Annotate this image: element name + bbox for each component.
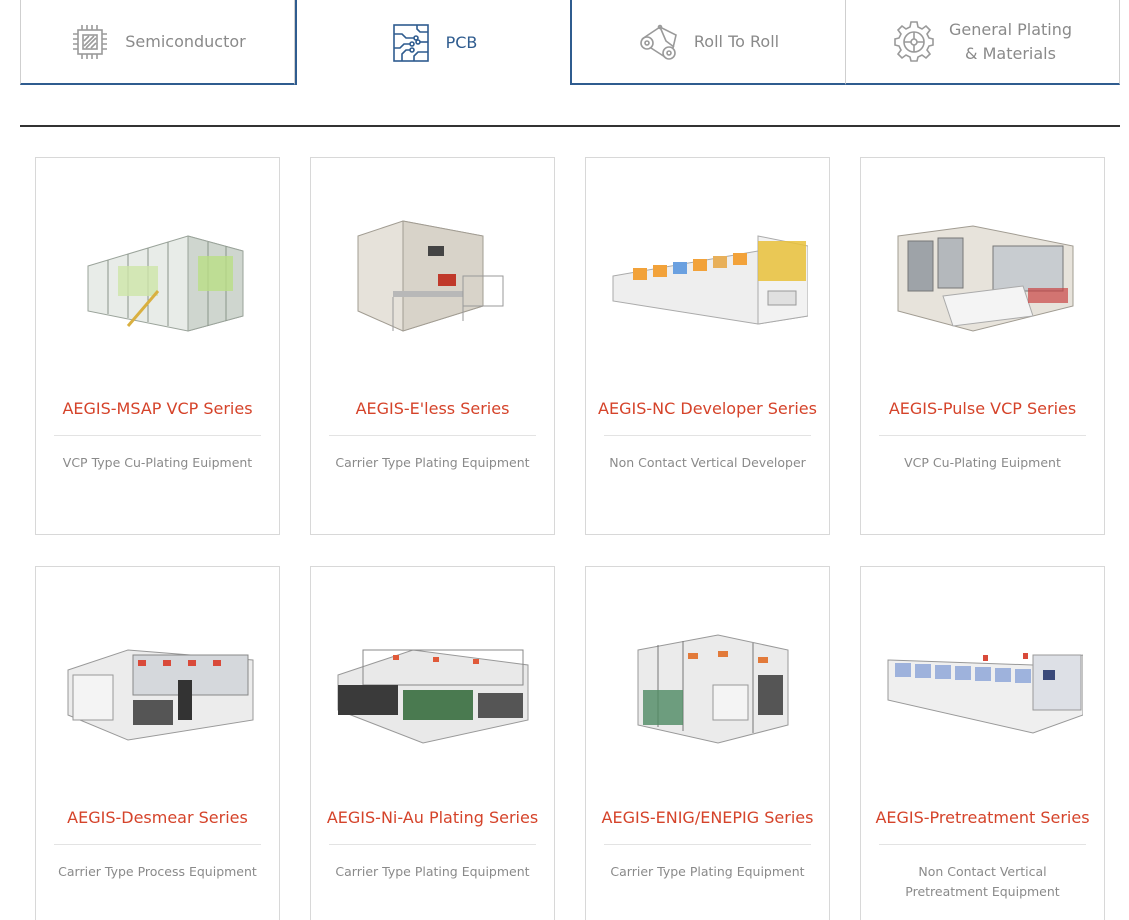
product-title[interactable]: AEGIS-Ni-Au Plating Series (321, 807, 544, 829)
product-title[interactable]: AEGIS-Pretreatment Series (869, 807, 1095, 829)
product-description: Non Contact Vertical Developer (609, 455, 806, 470)
product-card[interactable]: AEGIS-E'less Series Carrier Type Plating… (310, 157, 555, 535)
category-tabs: Semiconductor PCB Roll To Roll General P… (20, 0, 1120, 85)
gear-icon (893, 20, 935, 63)
tab-general-plating[interactable]: General Plating & Materials (846, 0, 1120, 85)
roller-icon (638, 21, 680, 63)
product-description: Non Contact Vertical Pretreatment Equipm… (905, 864, 1060, 899)
product-title[interactable]: AEGIS-ENIG/ENEPIG Series (596, 807, 820, 829)
card-separator (879, 844, 1086, 845)
tab-label: Roll To Roll (693, 31, 780, 51)
product-image (883, 605, 1083, 745)
card-separator (329, 844, 536, 845)
product-title[interactable]: AEGIS-Desmear Series (61, 807, 254, 829)
product-image (333, 605, 533, 745)
product-title[interactable]: AEGIS-Pulse VCP Series (883, 398, 1082, 420)
tab-label: Semiconductor (125, 31, 246, 51)
product-description: Carrier Type Process Equipment (58, 864, 257, 879)
product-card[interactable]: AEGIS-Pretreatment Series Non Contact Ve… (860, 566, 1105, 920)
product-image (58, 605, 258, 745)
card-separator (54, 844, 261, 845)
product-title[interactable]: AEGIS-MSAP VCP Series (56, 398, 258, 420)
tab-label: PCB (445, 32, 478, 52)
product-description: Carrier Type Plating Equipment (335, 455, 530, 470)
card-separator (604, 844, 811, 845)
product-title[interactable]: AEGIS-NC Developer Series (592, 398, 823, 420)
product-card[interactable]: AEGIS-Ni-Au Plating Series Carrier Type … (310, 566, 555, 920)
product-description: Carrier Type Plating Equipment (610, 864, 805, 879)
product-image (883, 196, 1083, 336)
product-image (608, 605, 808, 745)
product-card[interactable]: AEGIS-Desmear Series Carrier Type Proces… (35, 566, 280, 920)
product-grid: AEGIS-MSAP VCP Series VCP Type Cu-Platin… (35, 157, 1105, 920)
card-separator (54, 435, 261, 436)
tab-label-line-1: General Plating (948, 19, 1073, 39)
product-image (608, 196, 808, 336)
product-image (333, 196, 533, 336)
product-title[interactable]: AEGIS-E'less Series (350, 398, 516, 420)
card-separator (604, 435, 811, 436)
product-description: Carrier Type Plating Equipment (335, 864, 530, 879)
card-separator (879, 435, 1086, 436)
product-card[interactable]: AEGIS-NC Developer Series Non Contact Ve… (585, 157, 830, 535)
product-card[interactable]: AEGIS-ENIG/ENEPIG Series Carrier Type Pl… (585, 566, 830, 920)
chip-icon (69, 21, 111, 63)
product-card[interactable]: AEGIS-Pulse VCP Series VCP Cu-Plating Eu… (860, 157, 1105, 535)
product-card[interactable]: AEGIS-MSAP VCP Series VCP Type Cu-Platin… (35, 157, 280, 535)
product-description: VCP Cu-Plating Euipment (904, 455, 1061, 470)
product-image (58, 196, 258, 336)
tab-label: General Plating & Materials (949, 18, 1072, 66)
tab-roll-to-roll[interactable]: Roll To Roll (572, 0, 846, 85)
section-divider (20, 125, 1120, 127)
tab-semiconductor[interactable]: Semiconductor (20, 0, 295, 85)
card-separator (329, 435, 536, 436)
tab-label-line-2: & Materials (965, 43, 1056, 63)
circuit-board-icon (390, 22, 432, 64)
tab-pcb[interactable]: PCB (295, 0, 572, 85)
product-description: VCP Type Cu-Plating Euipment (62, 455, 253, 470)
